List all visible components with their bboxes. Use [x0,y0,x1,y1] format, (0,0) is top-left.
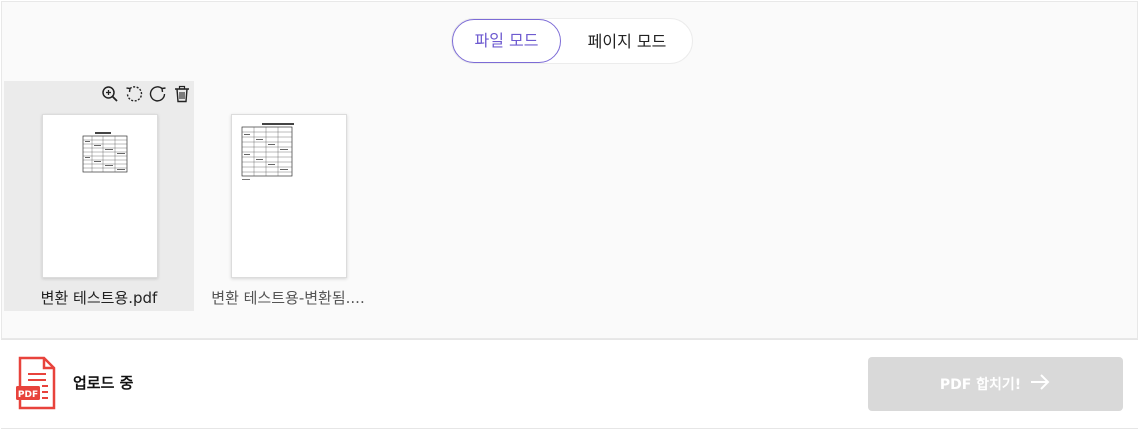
page-mode-button[interactable]: 페이지 모드 [564,20,690,64]
zoom-in-icon[interactable] [99,83,120,104]
file-card[interactable]: 변환 테스트용-변환됨.... [193,81,383,311]
card-toolbar [99,83,192,105]
file-workspace: 파일 모드 페이지 모드 변환 테스트용.pdf 변환 테스트용-변환됨.... [1,1,1138,339]
rotate-right-icon[interactable] [147,83,168,104]
trash-icon[interactable] [171,83,192,104]
page-thumbnail[interactable] [42,114,158,278]
file-card[interactable]: 변환 테스트용.pdf [4,81,194,311]
file-mode-button[interactable]: 파일 모드 [452,19,561,63]
page-thumbnail[interactable] [231,114,347,278]
pdf-icon-label: PDF [18,390,38,400]
footer-bar: PDF 업로드 중 PDF 합치기! [1,339,1138,429]
file-name: 변환 테스트용-변환됨.... [211,289,365,307]
merge-button-label: PDF 합치기! [939,377,1022,393]
arrow-right-icon [1029,372,1051,396]
upload-status: 업로드 중 [73,374,134,392]
pdf-file-icon: PDF [16,356,58,410]
rotate-left-icon[interactable] [123,83,144,104]
file-name: 변환 테스트용.pdf [40,289,158,307]
mode-toggle: 파일 모드 페이지 모드 [451,18,693,64]
merge-pdf-button[interactable]: PDF 합치기! [868,357,1123,411]
